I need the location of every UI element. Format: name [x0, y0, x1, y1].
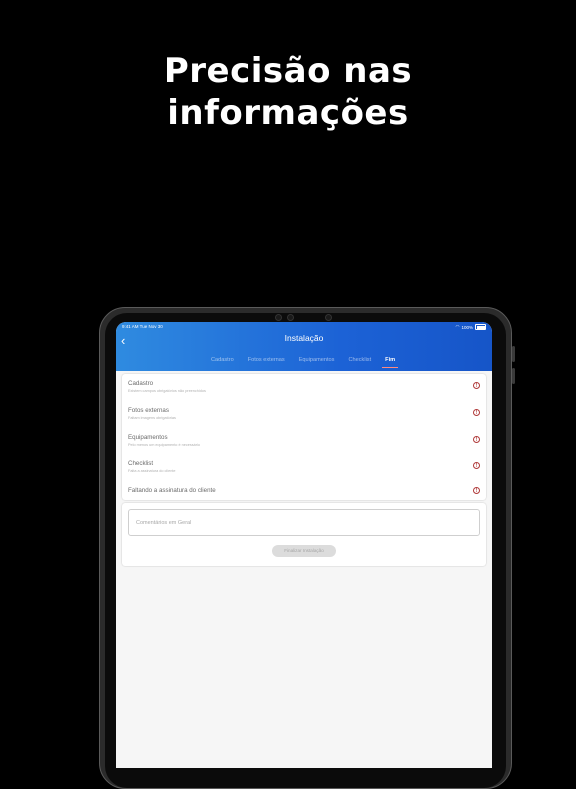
battery-percent: 100% — [461, 324, 473, 330]
alert-icon: ! — [473, 436, 480, 443]
tab-equipamentos[interactable]: Equipamentos — [292, 357, 342, 369]
summary-item-title: Fotos externas — [128, 407, 169, 414]
camera-icon — [287, 314, 294, 321]
summary-item-subtitle: Existem campos obrigatórios não preenchi… — [128, 389, 206, 393]
wifi-icon: ◠ — [455, 324, 460, 329]
headline-line-2: informações — [167, 93, 409, 133]
comments-card: Finalizar Instalação — [122, 503, 486, 566]
tab-fotos-externas[interactable]: Fotos externas — [241, 357, 292, 369]
status-bar: 9:41 AM Tue Nov 30 ◠ 100% — [122, 324, 486, 332]
tab-cadastro[interactable]: Cadastro — [204, 357, 241, 369]
comments-field[interactable] — [128, 509, 480, 536]
app-header: 9:41 AM Tue Nov 30 ◠ 100% ‹ Instalação C… — [116, 322, 492, 371]
summary-item-assinatura[interactable]: Faltando a assinatura do cliente ! — [128, 487, 480, 494]
finish-installation-button[interactable]: Finalizar Instalação — [272, 545, 336, 557]
summary-item-checklist[interactable]: Checklist Falta a assinatura do cliente … — [128, 460, 480, 473]
summary-item-fotos-externas[interactable]: Fotos externas Faltam imagens obrigatóri… — [128, 407, 480, 420]
summary-item-title: Checklist — [128, 460, 154, 467]
alert-icon: ! — [473, 487, 480, 494]
tab-checklist[interactable]: Checklist — [341, 357, 378, 369]
battery-icon — [475, 324, 486, 330]
summary-item-cadastro[interactable]: Cadastro Existem campos obrigatórios não… — [128, 380, 480, 393]
sensor-icon — [275, 314, 282, 321]
comments-input[interactable] — [134, 519, 478, 527]
summary-item-title: Equipamentos — [128, 434, 168, 441]
summary-item-title: Cadastro — [128, 380, 154, 387]
tab-fim[interactable]: Fim — [378, 357, 402, 369]
alert-icon: ! — [473, 382, 480, 389]
alert-icon: ! — [473, 409, 480, 416]
summary-item-subtitle: Falta a assinatura do cliente — [128, 469, 176, 473]
status-time: 9:41 AM Tue Nov 30 — [122, 324, 163, 329]
page-title: Instalação — [284, 333, 324, 343]
summary-item-subtitle: Pelo menos um equipamento é necessário — [128, 443, 200, 447]
volume-button — [512, 346, 515, 362]
status-right: ◠ 100% — [456, 324, 486, 330]
alert-icon: ! — [473, 462, 480, 469]
summary-item-title: Faltando a assinatura do cliente — [128, 487, 216, 494]
app-screen: 9:41 AM Tue Nov 30 ◠ 100% ‹ Instalação C… — [116, 322, 492, 768]
summary-item-subtitle: Faltam imagens obrigatórias — [128, 416, 176, 420]
summary-card: Cadastro Existem campos obrigatórios não… — [122, 374, 486, 500]
volume-button — [512, 368, 515, 384]
sensor-icon — [325, 314, 332, 321]
camera-bar — [275, 314, 335, 321]
tab-bar: Cadastro Fotos externas Equipamentos Che… — [204, 357, 402, 369]
summary-item-equipamentos[interactable]: Equipamentos Pelo menos um equipamento é… — [128, 434, 480, 447]
headline-line-1: Precisão nas — [163, 51, 413, 91]
headline: Precisão nas informações — [0, 50, 576, 134]
